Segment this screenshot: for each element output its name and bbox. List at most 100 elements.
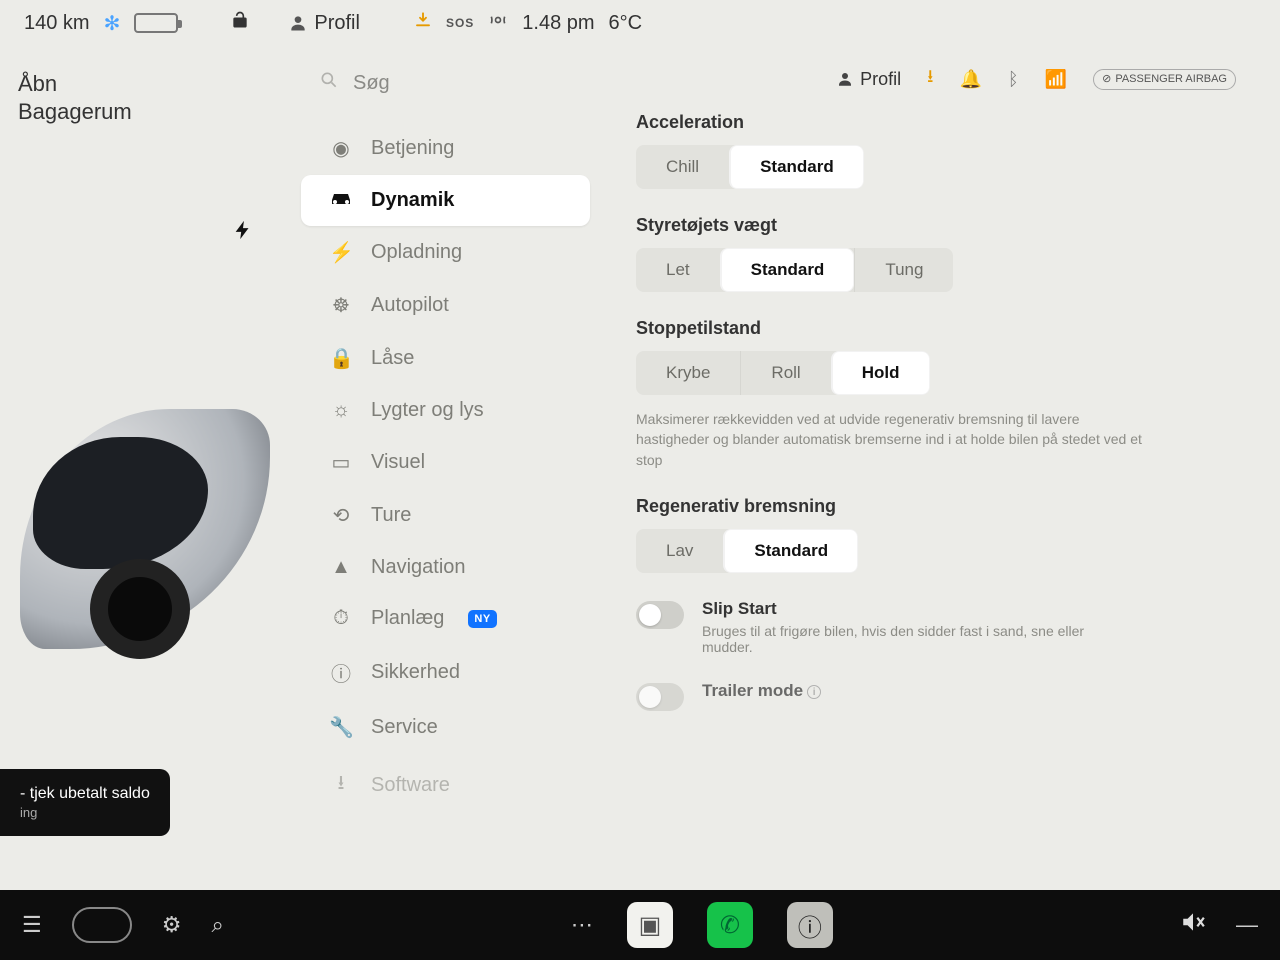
- steer-standard[interactable]: Standard: [720, 248, 855, 292]
- settings-content: Profil ⭳ 🔔 ᛒ 📶 ⊘PASSENGER AIRBAG Acceler…: [600, 46, 1280, 956]
- sidebar-item-laase[interactable]: 🔒 Låse: [301, 332, 590, 385]
- accel-standard[interactable]: Standard: [729, 145, 864, 189]
- wheel-icon: ☸: [329, 293, 353, 318]
- sidebar-label: Sikkerhed: [371, 661, 460, 684]
- wrench-icon: 🔧: [329, 715, 353, 740]
- sidebar-item-sikkerhed[interactable]: ⓘ Sikkerhed: [301, 644, 590, 701]
- temp-value: 6°C: [609, 12, 643, 35]
- bell-icon[interactable]: 🔔: [959, 69, 981, 90]
- section-slip-start: Slip Start Bruges til at frigøre bilen, …: [636, 599, 1236, 655]
- stop-hold[interactable]: Hold: [831, 351, 930, 395]
- open-trunk-button[interactable]: Åbn Bagagerum: [18, 70, 272, 125]
- sidebar-label: Navigation: [371, 556, 466, 579]
- sidebar-label: Låse: [371, 347, 414, 370]
- stop-roll[interactable]: Roll: [740, 351, 830, 395]
- sidebar-item-software[interactable]: ⭳ Software: [301, 754, 590, 816]
- lock-icon[interactable]: [230, 10, 250, 36]
- more-icon[interactable]: ⋯: [571, 912, 593, 938]
- mute-icon[interactable]: [1180, 909, 1206, 941]
- clock-value: 1.48 pm: [522, 12, 594, 35]
- sidebar-item-ture[interactable]: ⟲ Ture: [301, 489, 590, 542]
- unpaid-balance-notice[interactable]: - tjek ubetalt saldo ing: [0, 769, 170, 836]
- nav-icon: ▲: [329, 556, 353, 579]
- download-icon[interactable]: ⭳: [927, 64, 933, 94]
- sidebar-label: Opladning: [371, 241, 462, 264]
- acceleration-segmented: Chill Standard: [636, 145, 864, 189]
- notice-sub: ing: [20, 804, 150, 822]
- sliders-icon[interactable]: ⚙: [162, 912, 182, 938]
- slip-start-toggle[interactable]: [636, 601, 684, 629]
- profile-label: Profil: [314, 12, 360, 35]
- sidebar-item-autopilot[interactable]: ☸ Autopilot: [301, 279, 590, 332]
- search-dock-icon[interactable]: ⌕: [211, 912, 223, 938]
- trailer-mode-toggle[interactable]: [636, 683, 684, 711]
- tesla-settings-screen: 140 km ✻ Profil SOS 1.48 pm 6°C Åbn Baga…: [0, 0, 1280, 960]
- sidebar-item-navigation[interactable]: ▲ Navigation: [301, 542, 590, 593]
- snowflake-icon: ✻: [104, 11, 121, 36]
- sidebar-label: Betjening: [371, 137, 454, 160]
- bluetooth-icon[interactable]: ᛒ: [1008, 69, 1019, 90]
- app-tile-phone[interactable]: ✆: [707, 902, 753, 948]
- toggle-icon: ◉: [329, 136, 353, 161]
- sidebar-item-service[interactable]: 🔧 Service: [301, 701, 590, 754]
- regen-segmented: Lav Standard: [636, 529, 858, 573]
- download-icon: ⭳: [329, 768, 353, 802]
- search-field[interactable]: Søg: [291, 54, 600, 122]
- slip-title: Slip Start: [702, 599, 1122, 619]
- defrost-front-icon[interactable]: [72, 907, 132, 943]
- sidebar-item-betjening[interactable]: ◉ Betjening: [301, 122, 590, 175]
- slip-desc: Bruges til at frigøre bilen, hvis den si…: [702, 623, 1122, 655]
- sidebar-label: Lygter og lys: [371, 399, 484, 422]
- sidebar-item-opladning[interactable]: ⚡ Opladning: [301, 226, 590, 279]
- search-placeholder: Søg: [353, 72, 390, 95]
- battery-icon: [134, 13, 178, 33]
- profile-button-top[interactable]: Profil: [288, 12, 360, 35]
- search-icon: [319, 70, 339, 96]
- sidebar-label: Service: [371, 716, 438, 739]
- stopping-segmented: Krybe Roll Hold: [636, 351, 930, 395]
- new-badge: NY: [468, 610, 496, 628]
- sidebar-label: Dynamik: [371, 189, 454, 212]
- car-panel: Åbn Bagagerum - tjek ubetalt saldo ing: [0, 46, 290, 956]
- stop-krybe[interactable]: Krybe: [636, 351, 740, 395]
- profile-button[interactable]: Profil: [836, 69, 901, 90]
- bottom-dock: ☰ ⚙ ⌕ ⋯ ▣ ✆ ⓘ —: [0, 890, 1280, 960]
- notice-title: - tjek ubetalt saldo: [20, 783, 150, 805]
- lock-icon: 🔒: [329, 346, 353, 371]
- steer-let[interactable]: Let: [636, 248, 720, 292]
- car-illustration: [20, 409, 270, 649]
- sidebar-label: Visuel: [371, 451, 425, 474]
- download-warning-icon[interactable]: [414, 11, 432, 35]
- content-header-icons: Profil ⭳ 🔔 ᛒ 📶 ⊘PASSENGER AIRBAG: [636, 58, 1236, 112]
- display-icon: ▭: [329, 450, 353, 475]
- steer-tung[interactable]: Tung: [854, 248, 953, 292]
- car-dock-icon[interactable]: ☰: [22, 912, 42, 938]
- steering-segmented: Let Standard Tung: [636, 248, 953, 292]
- sidebar-item-planlaeg[interactable]: ⏱ Planlæg NY: [301, 593, 590, 644]
- regen-standard[interactable]: Standard: [723, 529, 858, 573]
- sidebar-item-dynamik[interactable]: Dynamik: [301, 175, 590, 226]
- status-bar: 140 km ✻ Profil SOS 1.48 pm 6°C: [0, 0, 1280, 46]
- app-tile-3[interactable]: ⓘ: [787, 902, 833, 948]
- sidebar-label: Autopilot: [371, 294, 449, 317]
- open-trunk-line1: Åbn: [18, 70, 272, 98]
- sidebar-item-visuel[interactable]: ▭ Visuel: [301, 436, 590, 489]
- volume-dash-icon[interactable]: —: [1236, 912, 1258, 938]
- sidebar-label: Ture: [371, 504, 411, 527]
- sidebar-label: Planlæg: [371, 607, 444, 630]
- app-tile-1[interactable]: ▣: [627, 902, 673, 948]
- regen-lav[interactable]: Lav: [636, 529, 723, 573]
- signal-icon[interactable]: 📶: [1045, 69, 1067, 90]
- info-icon[interactable]: i: [807, 685, 821, 699]
- accel-chill[interactable]: Chill: [636, 145, 729, 189]
- settings-sidebar: Søg ◉ Betjening Dynamik ⚡ Opladning ☸ Au…: [290, 46, 600, 956]
- stopping-description: Maksimerer rækkevidden ved at udvide reg…: [636, 409, 1156, 470]
- airbag-indicator: ⊘PASSENGER AIRBAG: [1093, 69, 1236, 90]
- section-title: Stoppetilstand: [636, 318, 1236, 339]
- sos-label[interactable]: SOS: [446, 16, 474, 30]
- sentry-icon[interactable]: [488, 10, 508, 36]
- section-regen: Regenerativ bremsning Lav Standard: [636, 496, 1236, 573]
- sidebar-item-lygter[interactable]: ☼ Lygter og lys: [301, 385, 590, 436]
- section-steering: Styretøjets vægt Let Standard Tung: [636, 215, 1236, 292]
- trailer-title: Trailer modei: [702, 681, 821, 701]
